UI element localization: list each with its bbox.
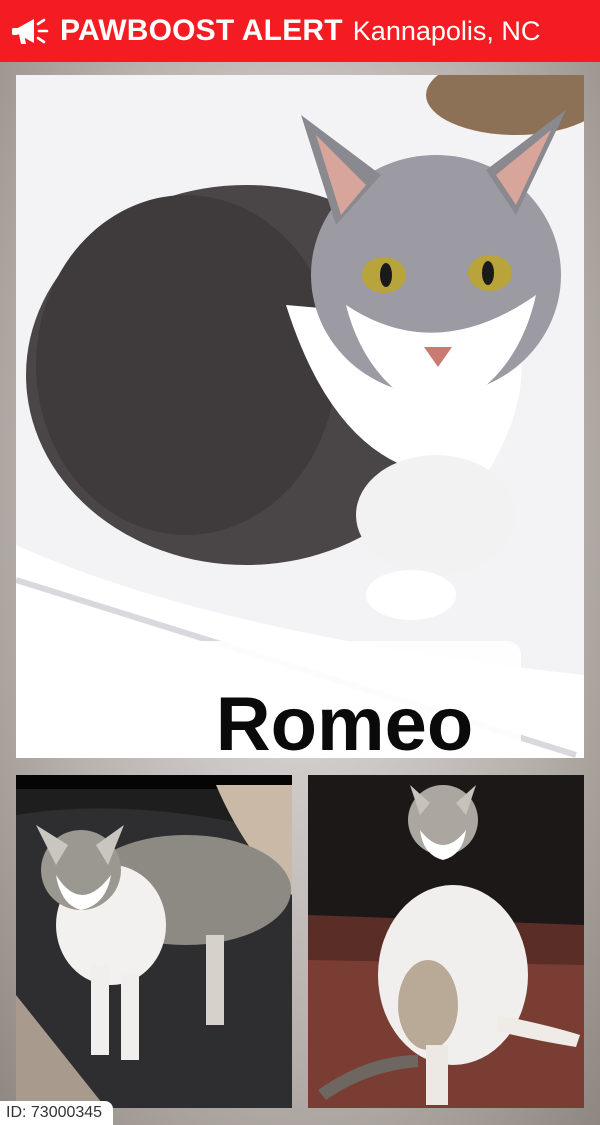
megaphone-icon: [8, 9, 52, 53]
listing-id: ID: 73000345: [0, 1101, 113, 1125]
pet-name-card: Romeo: [168, 641, 521, 758]
main-cat-photo: Romeo: [16, 75, 584, 758]
brand-title: PAWBOOST ALERT: [60, 14, 343, 47]
location-text: Kannapolis, NC: [352, 15, 541, 46]
cat-photo-standing: [16, 775, 292, 1108]
cat-photo-sitting: [308, 775, 584, 1108]
alert-header: PAWBOOST ALERT Kannapolis, NC: [0, 0, 600, 62]
pet-name: Romeo: [215, 682, 474, 758]
